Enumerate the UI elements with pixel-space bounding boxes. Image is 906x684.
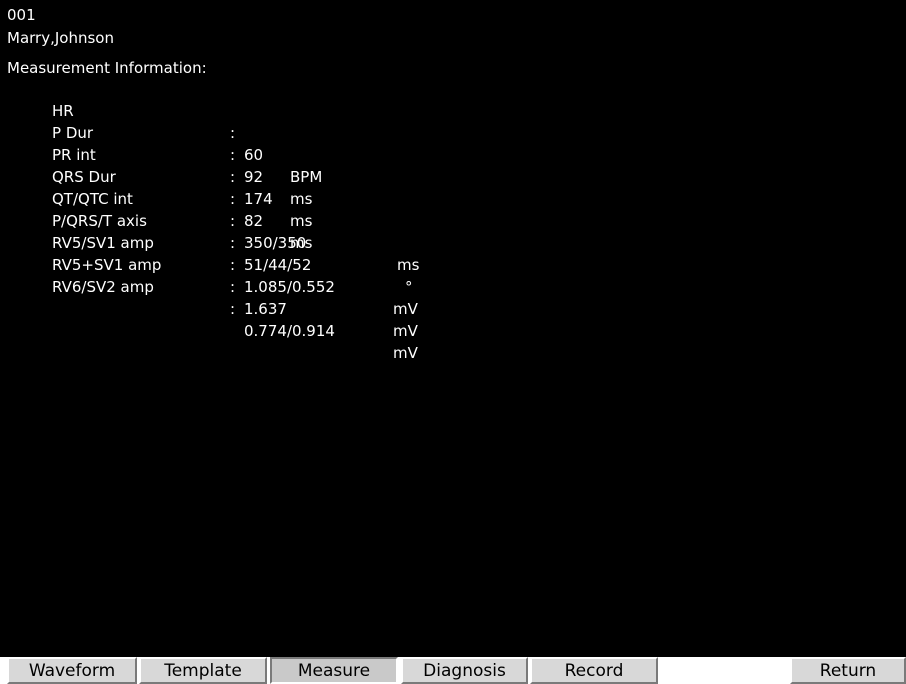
measurement-label: QRS Dur (52, 168, 116, 186)
measurement-row-rv6-sv2-amp: RV6/SV2 amp : 0.774/0.914 mV (0, 254, 418, 362)
measurement-separator: : (230, 278, 236, 296)
tab-template[interactable]: Template (139, 657, 267, 684)
measurement-value: 0.774/0.914 (244, 322, 335, 340)
measurement-unit: ° (405, 278, 413, 296)
measurement-separator: : (230, 146, 236, 164)
measurement-separator: : (230, 234, 236, 252)
measurement-label: QT/QTC int (52, 190, 133, 208)
tab-record[interactable]: Record (530, 657, 658, 684)
measurement-value: 51/44/52 (244, 256, 312, 274)
measurement-value: 82 (244, 212, 264, 230)
measurement-unit: mV (393, 322, 418, 340)
measurement-value: 1.637 (244, 300, 287, 318)
measurement-row-rv5-sv1-amp: RV5/SV1 amp : 1.085/0.552 mV (0, 210, 418, 318)
measurement-value: 60 (244, 146, 264, 164)
measurement-separator: : (230, 190, 236, 208)
measurement-value: 174 (244, 190, 273, 208)
measurement-unit: mV (393, 344, 418, 362)
section-title: Measurement Information: (7, 59, 207, 77)
measurement-row-axis: P/QRS/T axis : 51/44/52 ° (0, 188, 413, 296)
measurement-label: PR int (52, 146, 96, 164)
measurement-label: P Dur (52, 124, 94, 142)
measurement-separator: : (230, 124, 236, 142)
measurement-unit: BPM (290, 168, 323, 186)
measurement-row-rv5-plus-sv1-amp: RV5+SV1 amp : 1.637 mV (0, 232, 418, 340)
measurement-row-hr: HR : 60 BPM (0, 78, 322, 186)
measurement-unit: mV (393, 300, 418, 318)
measurement-value: 1.085/0.552 (244, 278, 335, 296)
measurement-row-qt-qtc-int: QT/QTC int : 350/350 ms (0, 166, 419, 274)
measurement-label: HR (52, 102, 74, 120)
measurement-row-pr-int: PR int : 174 ms (0, 122, 312, 230)
tab-measure[interactable]: Measure (270, 657, 398, 684)
measurement-unit: ms (290, 190, 313, 208)
tab-bar: Waveform Template Measure Diagnosis Reco… (0, 657, 906, 684)
measurement-label: RV5/SV1 amp (52, 234, 154, 252)
measurement-row-qrs-dur: QRS Dur : 82 ms (0, 144, 312, 252)
measurement-separator: : (230, 168, 236, 186)
measurement-separator: : (230, 256, 236, 274)
measurement-value: 92 (244, 168, 264, 186)
measurement-unit: ms (290, 212, 313, 230)
measurement-separator: : (230, 212, 236, 230)
patient-name: Marry,Johnson (7, 29, 114, 47)
measurement-separator: : (230, 300, 236, 318)
measurement-label: P/QRS/T axis (52, 212, 147, 230)
measurement-label: RV6/SV2 amp (52, 278, 154, 296)
tab-waveform[interactable]: Waveform (7, 657, 137, 684)
return-button[interactable]: Return (790, 657, 906, 684)
measurement-label: RV5+SV1 amp (52, 256, 162, 274)
measurement-screen: 001 Marry,Johnson Measurement Informatio… (0, 0, 906, 657)
measurement-row-p-dur: P Dur : 92 ms (0, 100, 312, 208)
patient-id: 001 (7, 6, 36, 24)
tab-diagnosis[interactable]: Diagnosis (401, 657, 528, 684)
measurement-value: 350/350 (244, 234, 307, 252)
measurement-unit: ms (397, 256, 420, 274)
